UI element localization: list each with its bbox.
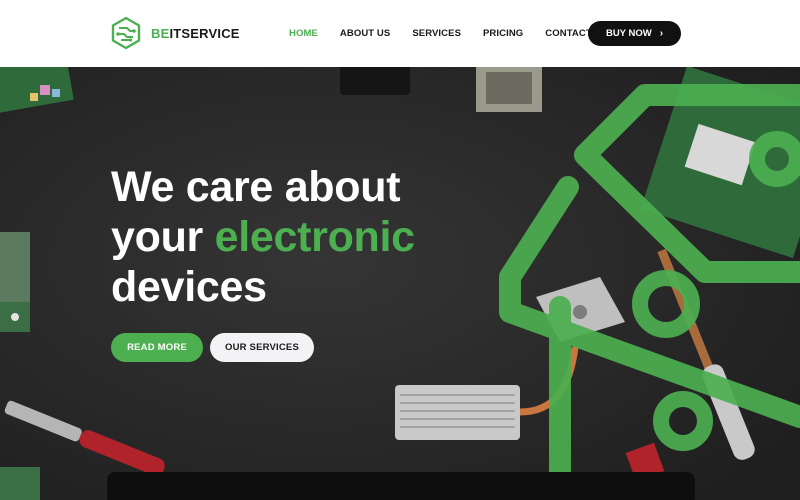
nav-item-pricing[interactable]: PRICING xyxy=(483,28,523,39)
nav-item-services[interactable]: SERVICES xyxy=(412,28,461,39)
chevron-right-icon: › xyxy=(659,28,664,39)
brand-name-rest: ITSERVICE xyxy=(169,25,240,41)
brand-name: BEITSERVICE xyxy=(151,26,240,41)
nav-item-home[interactable]: HOME xyxy=(289,28,318,39)
buy-now-button[interactable]: BUY NOW › xyxy=(588,21,681,46)
read-more-button[interactable]: READ MORE xyxy=(111,333,203,362)
headline-line-2: your xyxy=(111,213,215,261)
connector-left-image xyxy=(0,232,30,332)
nav-item-contact[interactable]: CONTACT xyxy=(545,28,591,39)
headline-accent-word: electronic xyxy=(214,213,415,261)
our-services-button[interactable]: OUR SERVICES xyxy=(210,333,314,362)
brand-name-accent: BE xyxy=(151,25,170,41)
headline-line-1: We care about xyxy=(111,163,401,211)
nav-item-about-us[interactable]: ABOUT US xyxy=(340,28,390,39)
bottom-content-panel xyxy=(107,472,695,500)
buy-now-label: BUY NOW xyxy=(605,28,652,39)
brand-logo[interactable]: BEITSERVICE xyxy=(110,16,240,50)
headline-line-3: devices xyxy=(111,263,267,311)
main-nav: HOME ABOUT US SERVICES PRICING CONTACT xyxy=(289,0,614,67)
hero-section: We care about your electronic devices RE… xyxy=(0,67,800,500)
hero-headline: We care about your electronic devices xyxy=(111,162,471,312)
site-header: BEITSERVICE HOME ABOUT US SERVICES PRICI… xyxy=(0,0,800,67)
circuit-hexagon-icon xyxy=(111,16,141,50)
